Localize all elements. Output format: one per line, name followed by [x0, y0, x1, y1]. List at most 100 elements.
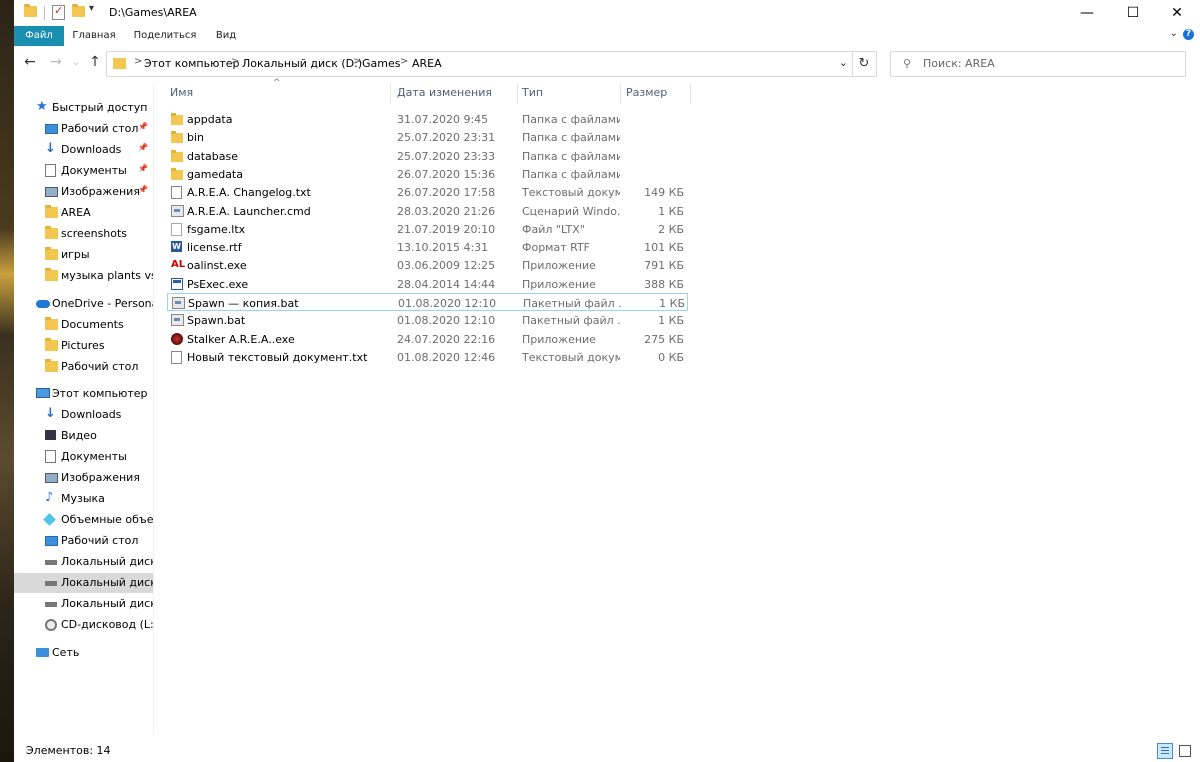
nav-item[interactable]: Pictures — [14, 336, 153, 356]
breadcrumb-separator[interactable]: > — [231, 56, 239, 67]
file-row[interactable]: Spawn — копия.bat 01.08.2020 12:10 Пакетны… — [167, 293, 688, 311]
back-button[interactable]: ← — [22, 54, 38, 70]
breadcrumb-games[interactable]: Games — [362, 57, 400, 70]
file-row[interactable]: bin 25.07.2020 23:31 Папка с файлами — [167, 128, 688, 146]
file-row[interactable]: gamedata 26.07.2020 15:36 Папка с файлами — [167, 165, 688, 183]
breadcrumb-area[interactable]: AREA — [412, 57, 442, 70]
nav-item[interactable]: ↓ Downloads — [14, 405, 153, 425]
column-header-date[interactable]: Дата изменения — [397, 86, 492, 104]
maximize-button[interactable]: ☐ — [1110, 0, 1156, 26]
nav-item[interactable]: screenshots — [14, 224, 153, 244]
nav-item[interactable]: Локальный диск (C — [14, 552, 153, 572]
recent-locations-icon[interactable]: ⌄ — [68, 58, 84, 68]
file-row[interactable]: A.R.E.A. Launcher.cmd 28.03.2020 21:26 Сце… — [167, 202, 688, 220]
nav-item[interactable]: Рабочий стол — [14, 357, 153, 377]
nav-item-label: музыка plants vs zc — [61, 269, 153, 282]
nav-item[interactable]: Объемные объекты — [14, 510, 153, 530]
file-row[interactable]: Stalker A.R.E.A..exe 24.07.2020 22:16 Прил… — [167, 330, 688, 348]
pane-divider[interactable] — [153, 84, 154, 734]
column-separator[interactable] — [690, 84, 691, 104]
document-icon — [45, 450, 56, 463]
refresh-button[interactable]: ↻ — [852, 51, 877, 77]
file-type: Текстовый докум... — [522, 350, 620, 364]
file-type: Пакетный файл ... — [522, 314, 620, 328]
nav-item[interactable]: Локальный диск (E — [14, 594, 153, 614]
nav-item[interactable]: Документы 📌 — [14, 161, 153, 181]
breadcrumb-drive-d[interactable]: Локальный диск (D:) — [242, 57, 362, 70]
details-view-button[interactable] — [1157, 743, 1173, 759]
drive-icon — [45, 602, 57, 607]
tab-home[interactable]: Главная — [64, 26, 124, 46]
nav-item[interactable]: Сеть — [14, 643, 153, 663]
file-name: Stalker A.R.E.A..exe — [187, 332, 295, 346]
nav-item[interactable]: OneDrive - Personal — [14, 294, 153, 314]
nav-item[interactable]: Этот компьютер — [14, 384, 153, 404]
quick-access-dropdown-icon[interactable]: ▾ — [89, 3, 94, 14]
file-row[interactable]: PsExec.exe 28.04.2014 14:44 Приложение 388 … — [167, 275, 688, 293]
nav-item[interactable]: музыка plants vs zc — [14, 266, 153, 286]
nav-item[interactable]: Локальный диск (D — [14, 573, 153, 593]
nav-item[interactable]: Рабочий стол 📌 — [14, 119, 153, 139]
nav-item[interactable]: ★ Быстрый доступ — [14, 98, 153, 118]
column-separator[interactable] — [620, 84, 621, 104]
title-bar[interactable]: ▾ D:\Games\AREA — ☐ ✕ — [14, 0, 1200, 26]
folder-icon — [45, 359, 58, 372]
column-header-type[interactable]: Тип — [522, 86, 543, 104]
folder-icon — [45, 338, 58, 351]
file-row[interactable]: fsgame.ltx 21.07.2019 20:10 Файл "LTX" 2 КБ — [167, 220, 688, 238]
forward-button[interactable]: → — [48, 54, 64, 70]
minimize-button[interactable]: — — [1064, 0, 1110, 26]
file-row[interactable]: appdata 31.07.2020 9:45 Папка с файлами — [167, 110, 688, 128]
tab-share[interactable]: Поделиться — [128, 26, 202, 46]
file-type: Папка с файлами — [522, 167, 620, 181]
address-bar[interactable]: > Этот компьютер > Локальный диск (D:) >… — [106, 51, 853, 77]
breadcrumb-separator[interactable]: > — [400, 56, 408, 67]
file-row[interactable]: Spawn.bat 01.08.2020 12:10 Пакетный файл .… — [167, 311, 688, 329]
breadcrumb-separator[interactable]: > — [353, 56, 361, 67]
column-separator[interactable] — [390, 84, 391, 104]
expand-ribbon-icon[interactable]: ⌄ — [1170, 28, 1178, 39]
file-row[interactable]: Новый текстовый документ.txt 01.08.2020 1… — [167, 348, 688, 366]
nav-item[interactable]: CD-дисковод (L:) — [14, 615, 153, 635]
column-separator[interactable] — [517, 84, 518, 104]
nav-item[interactable]: Изображения — [14, 468, 153, 488]
file-name: appdata — [187, 113, 233, 126]
address-dropdown-icon[interactable]: ⌄ — [839, 56, 848, 69]
file-name: license.rtf — [187, 241, 242, 255]
large-icons-view-button[interactable] — [1177, 743, 1193, 759]
breadcrumb-this-pc[interactable]: Этот компьютер — [144, 57, 240, 70]
nav-item[interactable]: AREA — [14, 203, 153, 223]
search-input[interactable]: Поиск: AREA — [923, 57, 995, 70]
nav-item[interactable]: ♪ Музыка — [14, 489, 153, 509]
up-button[interactable]: ↑ — [87, 54, 103, 70]
search-box[interactable]: ⚲ Поиск: AREA — [890, 51, 1186, 77]
status-item-count: Элементов: 14 — [26, 744, 111, 757]
image-icon — [45, 473, 58, 483]
tab-file[interactable]: Файл — [14, 26, 64, 46]
script-file-icon — [172, 297, 185, 309]
nav-item[interactable]: Видео — [14, 426, 153, 446]
new-folder-icon[interactable] — [72, 4, 85, 17]
help-icon[interactable]: ? — [1183, 29, 1194, 40]
file-row[interactable]: Wlicense.rtf 13.10.2015 4:31 Формат RTF 101… — [167, 238, 688, 256]
column-header-size[interactable]: Размер — [626, 86, 667, 104]
nav-item[interactable]: Документы — [14, 447, 153, 467]
nav-item[interactable]: ↓ Downloads 📌 — [14, 140, 153, 160]
navigation-pane[interactable]: ★ Быстрый доступ Рабочий стол 📌 ↓ Downloads 📌 Д… — [14, 84, 153, 734]
breadcrumb-separator[interactable]: > — [134, 56, 142, 67]
nav-item-label: Downloads — [61, 143, 122, 156]
nav-item[interactable]: Рабочий стол — [14, 531, 153, 551]
column-header-name[interactable]: Имя — [170, 86, 193, 104]
file-row[interactable]: database 25.07.2020 23:33 Папка с файлами — [167, 147, 688, 165]
file-name: Новый текстовый документ.txt — [187, 350, 368, 364]
tab-view[interactable]: Вид — [206, 26, 246, 46]
properties-icon[interactable] — [52, 4, 65, 20]
nav-item[interactable]: Documents — [14, 315, 153, 335]
file-row[interactable]: A.R.E.A. Changelog.txt 26.07.2020 17:58 Те… — [167, 183, 688, 201]
folder-icon — [45, 205, 58, 218]
nav-item[interactable]: Изображения 📌 — [14, 182, 153, 202]
close-button[interactable]: ✕ — [1154, 0, 1200, 26]
download-icon: ↓ — [45, 141, 56, 156]
file-row[interactable]: AL oalinst.exe 03.06.2009 12:25 Приложение 7… — [167, 256, 688, 274]
nav-item[interactable]: игры — [14, 245, 153, 265]
